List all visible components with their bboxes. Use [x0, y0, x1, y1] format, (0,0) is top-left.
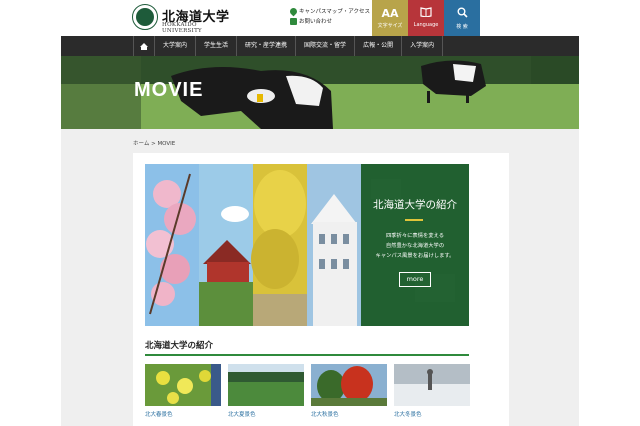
banner-divider: [405, 219, 423, 221]
mail-icon: [290, 17, 297, 25]
map-pin-icon: [288, 6, 299, 16]
contact-label: お問い合わせ: [299, 19, 333, 25]
home-icon: [140, 42, 148, 50]
breadcrumb[interactable]: ホーム > MOVIE: [133, 139, 175, 147]
page: 北海道大学 HOKKAIDO UNIVERSITY キャンパスマップ・アクセス …: [0, 0, 640, 426]
video-caption-summer[interactable]: 北大夏景色: [228, 410, 304, 418]
video-caption-spring[interactable]: 北大春景色: [145, 410, 221, 418]
banner-text-line-3: キャンパス風景をお届けします。: [375, 253, 455, 259]
search-label: 検 索: [456, 24, 468, 30]
seal-icon: [132, 4, 158, 30]
banner-title: 北海道大学の紹介: [373, 199, 457, 211]
section-divider: [145, 354, 469, 356]
nav-item-pr[interactable]: 広報・公開: [355, 36, 403, 56]
banner-overlay: 北海道大学の紹介 四季折々に表情を変える 自然豊かな北海道大学の キャンパス風景…: [361, 164, 469, 326]
video-item-summer[interactable]: 北大夏景色: [228, 364, 304, 418]
logo-english: HOKKAIDO UNIVERSITY: [162, 22, 202, 34]
banner-text: 四季折々に表情を変える 自然豊かな北海道大学の キャンパス風景をお届けします。: [361, 231, 469, 261]
nav-item-about[interactable]: 大学案内: [155, 36, 197, 56]
video-list: 北大春景色 北大夏景色 北大秋景色 北大冬景色: [145, 364, 470, 424]
video-thumbnail-winter[interactable]: [394, 364, 470, 406]
main-content: ホーム > MOVIE 北海道大学の紹介 四季折々に表情を変える 自然豊かな北海…: [61, 129, 579, 426]
contact-link[interactable]: お問い合わせ: [290, 16, 370, 26]
nav-home[interactable]: [133, 36, 155, 56]
banner-text-line-2: 自然豊かな北海道大学の: [385, 243, 445, 249]
video-caption-autumn[interactable]: 北大秋景色: [311, 410, 387, 418]
font-size-label: 文字サイズ: [377, 23, 403, 29]
video-thumbnail-spring[interactable]: [145, 364, 221, 406]
global-nav: 大学案内 学生生活 研究・産学連携 国際交流・留学 広報・公開 入学案内: [61, 36, 579, 56]
font-size-button[interactable]: AA 文字サイズ: [372, 0, 408, 36]
nav-item-research[interactable]: 研究・産学連携: [237, 36, 297, 56]
hero-banner: MOVIE: [61, 56, 579, 129]
nav-item-student-life[interactable]: 学生生活: [196, 36, 238, 56]
nav-items: 大学案内 学生生活 研究・産学連携 国際交流・留学 広報・公開 入学案内: [155, 36, 444, 56]
search-icon: [444, 7, 480, 21]
language-label: Language: [413, 22, 439, 28]
search-button[interactable]: 検 索: [444, 0, 480, 36]
video-thumbnail-summer[interactable]: [228, 364, 304, 406]
intro-banner[interactable]: 北海道大学の紹介 四季折々に表情を変える 自然豊かな北海道大学の キャンパス風景…: [145, 164, 469, 326]
site-header: 北海道大学 HOKKAIDO UNIVERSITY キャンパスマップ・アクセス …: [0, 0, 640, 36]
content-card: 北海道大学の紹介 四季折々に表情を変える 自然豊かな北海道大学の キャンパス風景…: [133, 153, 509, 426]
banner-text-line-1: 四季折々に表情を変える: [385, 233, 445, 239]
section-title: 北海道大学の紹介: [145, 341, 214, 351]
header-links: キャンパスマップ・アクセス お問い合わせ: [288, 6, 370, 26]
font-size-icon: AA: [381, 7, 399, 20]
more-button[interactable]: more: [399, 272, 431, 287]
campus-map-label: キャンパスマップ・アクセス: [298, 9, 370, 15]
nav-item-international[interactable]: 国際交流・留学: [296, 36, 356, 56]
university-logo[interactable]: 北海道大学 HOKKAIDO UNIVERSITY: [132, 4, 232, 34]
video-item-winter[interactable]: 北大冬景色: [394, 364, 470, 418]
video-item-spring[interactable]: 北大春景色: [145, 364, 221, 418]
page-title: MOVIE: [134, 79, 204, 101]
video-caption-winter[interactable]: 北大冬景色: [394, 410, 470, 418]
video-item-autumn[interactable]: 北大秋景色: [311, 364, 387, 418]
nav-item-admission[interactable]: 入学案内: [402, 36, 444, 56]
language-button[interactable]: Language: [408, 0, 444, 36]
book-icon: [408, 7, 444, 20]
video-thumbnail-autumn[interactable]: [311, 364, 387, 406]
campus-map-link[interactable]: キャンパスマップ・アクセス: [288, 6, 370, 16]
